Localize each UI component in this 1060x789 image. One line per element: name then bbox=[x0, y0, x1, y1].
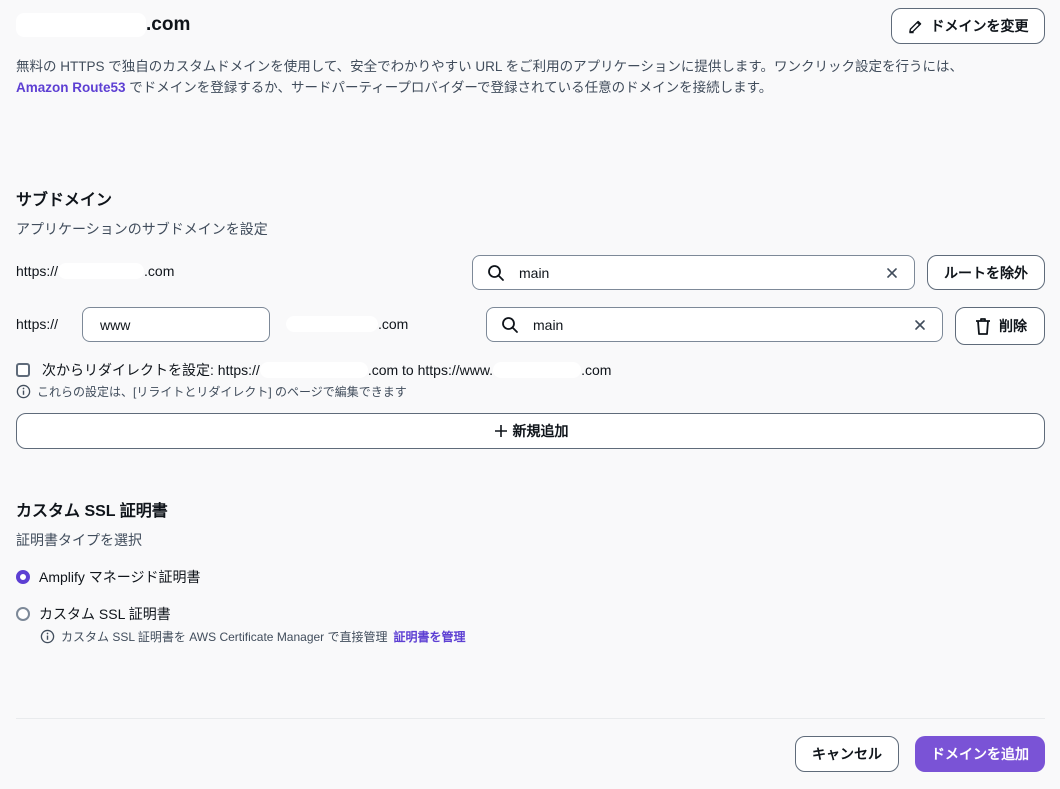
edit-icon bbox=[908, 20, 921, 33]
remove-root-button[interactable]: ルートを除外 bbox=[927, 255, 1045, 290]
cancel-button[interactable]: キャンセル bbox=[795, 736, 899, 772]
root-url-prefix: https:// bbox=[16, 263, 59, 279]
subdomain-input-value: www bbox=[100, 316, 131, 333]
redirect-checkbox[interactable] bbox=[16, 363, 30, 377]
subdomain-section-title: サブドメイン bbox=[16, 192, 113, 209]
rewrite-info-text: これらの設定は、[リライトとリダイレクト] のページで編集できます bbox=[37, 385, 407, 399]
info-icon bbox=[40, 629, 55, 644]
add-domain-label: ドメインを追加 bbox=[931, 746, 1029, 762]
search-icon bbox=[502, 316, 518, 333]
www-url-prefix: https:// bbox=[16, 316, 59, 332]
change-domain-label: ドメインを変更 bbox=[930, 18, 1029, 34]
description-text-2: でドメインを登録するか、サードパーティープロバイダーで登録されている任意のドメイ… bbox=[125, 80, 773, 95]
search-icon bbox=[488, 264, 504, 281]
ssl-info-row: カスタム SSL 証明書を AWS Certificate Manager で直… bbox=[40, 628, 466, 645]
clear-icon[interactable] bbox=[914, 319, 926, 331]
add-new-label: 新規追加 bbox=[512, 423, 569, 439]
plus-icon bbox=[494, 425, 507, 437]
www-url-suffix-label: .com bbox=[286, 316, 408, 332]
www-url-suffix: .com bbox=[378, 316, 409, 332]
route53-link[interactable]: Amazon Route53 bbox=[16, 80, 126, 95]
rewrite-info-row: これらの設定は、[リライトとリダイレクト] のページで編集できます bbox=[16, 383, 407, 400]
info-icon bbox=[16, 384, 31, 399]
redacted-redirect-target bbox=[493, 362, 582, 378]
radio-custom-label: カスタム SSL 証明書 bbox=[39, 606, 171, 622]
redacted-domain-name bbox=[16, 13, 146, 37]
trash-icon bbox=[976, 318, 990, 335]
domain-title: .com bbox=[16, 13, 190, 37]
redirect-label: 次からリダイレクトを設定: https:// .com to https://w… bbox=[42, 360, 611, 380]
www-branch-value: main bbox=[533, 316, 564, 333]
manage-certificate-link[interactable]: 証明書を管理 bbox=[394, 628, 466, 645]
radio-button-checked[interactable] bbox=[16, 570, 30, 584]
root-branch-select[interactable]: main bbox=[472, 255, 915, 290]
description-text-1: 無料の HTTPS で独自のカスタムドメインを使用して、安全でわかりやすい UR… bbox=[16, 59, 964, 74]
root-url-suffix: .com bbox=[144, 263, 175, 279]
redacted-root-domain bbox=[58, 263, 145, 279]
clear-icon[interactable] bbox=[886, 267, 898, 279]
add-domain-page: .com ドメインを変更 無料の HTTPS で独自のカスタムドメインを使用して… bbox=[0, 0, 1060, 789]
remove-root-label: ルートを除外 bbox=[944, 264, 1028, 281]
radio-custom-ssl[interactable]: カスタム SSL 証明書 bbox=[16, 604, 171, 624]
delete-label: 削除 bbox=[999, 318, 1027, 334]
subdomain-input[interactable]: www bbox=[82, 307, 270, 342]
radio-button-unchecked[interactable] bbox=[16, 607, 30, 621]
ssl-info-text: カスタム SSL 証明書を AWS Certificate Manager で直… bbox=[61, 630, 388, 644]
redirect-label-end: .com bbox=[581, 362, 612, 378]
footer-divider bbox=[16, 718, 1045, 719]
redacted-www-domain bbox=[286, 316, 378, 332]
www-branch-select[interactable]: main bbox=[486, 307, 943, 342]
domain-description: 無料の HTTPS で独自のカスタムドメインを使用して、安全でわかりやすい UR… bbox=[16, 56, 1036, 98]
add-domain-button[interactable]: ドメインを追加 bbox=[915, 736, 1045, 772]
subdomain-section-subtitle: アプリケーションのサブドメインを設定 bbox=[16, 221, 268, 237]
ssl-section-title: カスタム SSL 証明書 bbox=[16, 503, 168, 520]
root-branch-value: main bbox=[519, 264, 550, 281]
radio-amplify-label: Amplify マネージド証明書 bbox=[39, 569, 201, 585]
redirect-label-start: 次からリダイレクトを設定: https:// bbox=[42, 362, 260, 378]
root-url-label: https:// .com bbox=[16, 263, 174, 279]
cancel-label: キャンセル bbox=[812, 746, 882, 762]
radio-amplify-managed[interactable]: Amplify マネージド証明書 bbox=[16, 567, 201, 587]
ssl-section-subtitle: 証明書タイプを選択 bbox=[16, 532, 142, 548]
domain-suffix: .com bbox=[146, 14, 191, 35]
change-domain-button[interactable]: ドメインを変更 bbox=[891, 8, 1045, 44]
add-new-subdomain-button[interactable]: 新規追加 bbox=[16, 413, 1045, 449]
redirect-checkbox-row[interactable]: 次からリダイレクトを設定: https:// .com to https://w… bbox=[16, 360, 611, 380]
redirect-label-mid: .com to https://www. bbox=[367, 362, 494, 378]
delete-subdomain-button[interactable]: 削除 bbox=[955, 307, 1045, 345]
redacted-redirect-source bbox=[259, 362, 368, 378]
